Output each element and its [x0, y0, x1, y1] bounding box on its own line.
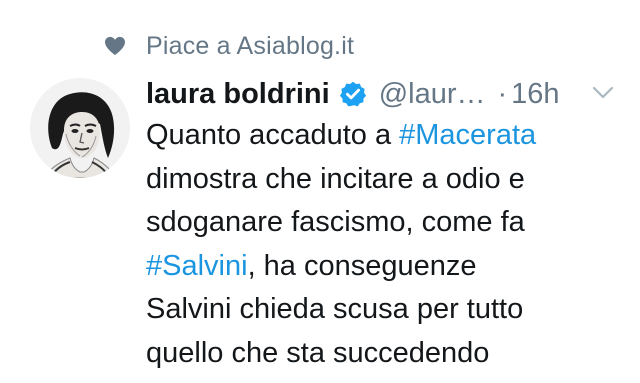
chevron-down-icon[interactable] — [592, 86, 614, 100]
tweet-header: laura boldrini @laur… · 16h — [146, 74, 560, 114]
tweet-text-segment: dimostra che incitare a odio e — [146, 162, 525, 195]
tweet-text-segment: Salvini chieda scusa per tutto — [146, 293, 524, 325]
tweet-text-segment: , ha conseguenze — [247, 249, 477, 282]
tweet-text-segment: Quanto accaduto a — [146, 119, 400, 151]
avatar-portrait-illustration — [30, 78, 130, 178]
tweet-line: sdoganare fascismo, come fa — [146, 201, 626, 245]
liked-by-row[interactable]: Piace a Asiablog.it — [104, 30, 354, 62]
hashtag-link[interactable]: #Salvini — [146, 250, 248, 282]
tweet-line: Salvini chieda scusa per tutto — [146, 288, 626, 332]
avatar[interactable] — [30, 78, 130, 178]
verified-badge-icon — [339, 81, 366, 107]
author-name[interactable]: laura boldrini — [146, 78, 330, 111]
tweet-line: Quanto accaduto a #Macerata — [146, 114, 626, 158]
tweet-line: dimostra che incitare a odio e — [146, 158, 626, 202]
heart-icon — [105, 36, 125, 56]
tweet-text: Quanto accaduto a #Macerata dimostra che… — [146, 114, 626, 375]
tweet-line: #Salvini, ha conseguenze — [146, 245, 626, 289]
tweet-line: quello che sta succedendo — [146, 332, 626, 376]
hashtag-link[interactable]: #Macerata — [399, 119, 536, 151]
separator-dot: · — [497, 77, 508, 110]
liked-by-text: Piace a Asiablog.it — [146, 31, 355, 60]
tweet-timestamp[interactable]: 16h — [511, 78, 559, 111]
author-handle[interactable]: @laur… — [379, 78, 486, 111]
tweet-text-segment: quello che sta succedendo — [146, 336, 490, 369]
tweet-text-segment: sdoganare fascismo, come fa — [146, 206, 525, 238]
